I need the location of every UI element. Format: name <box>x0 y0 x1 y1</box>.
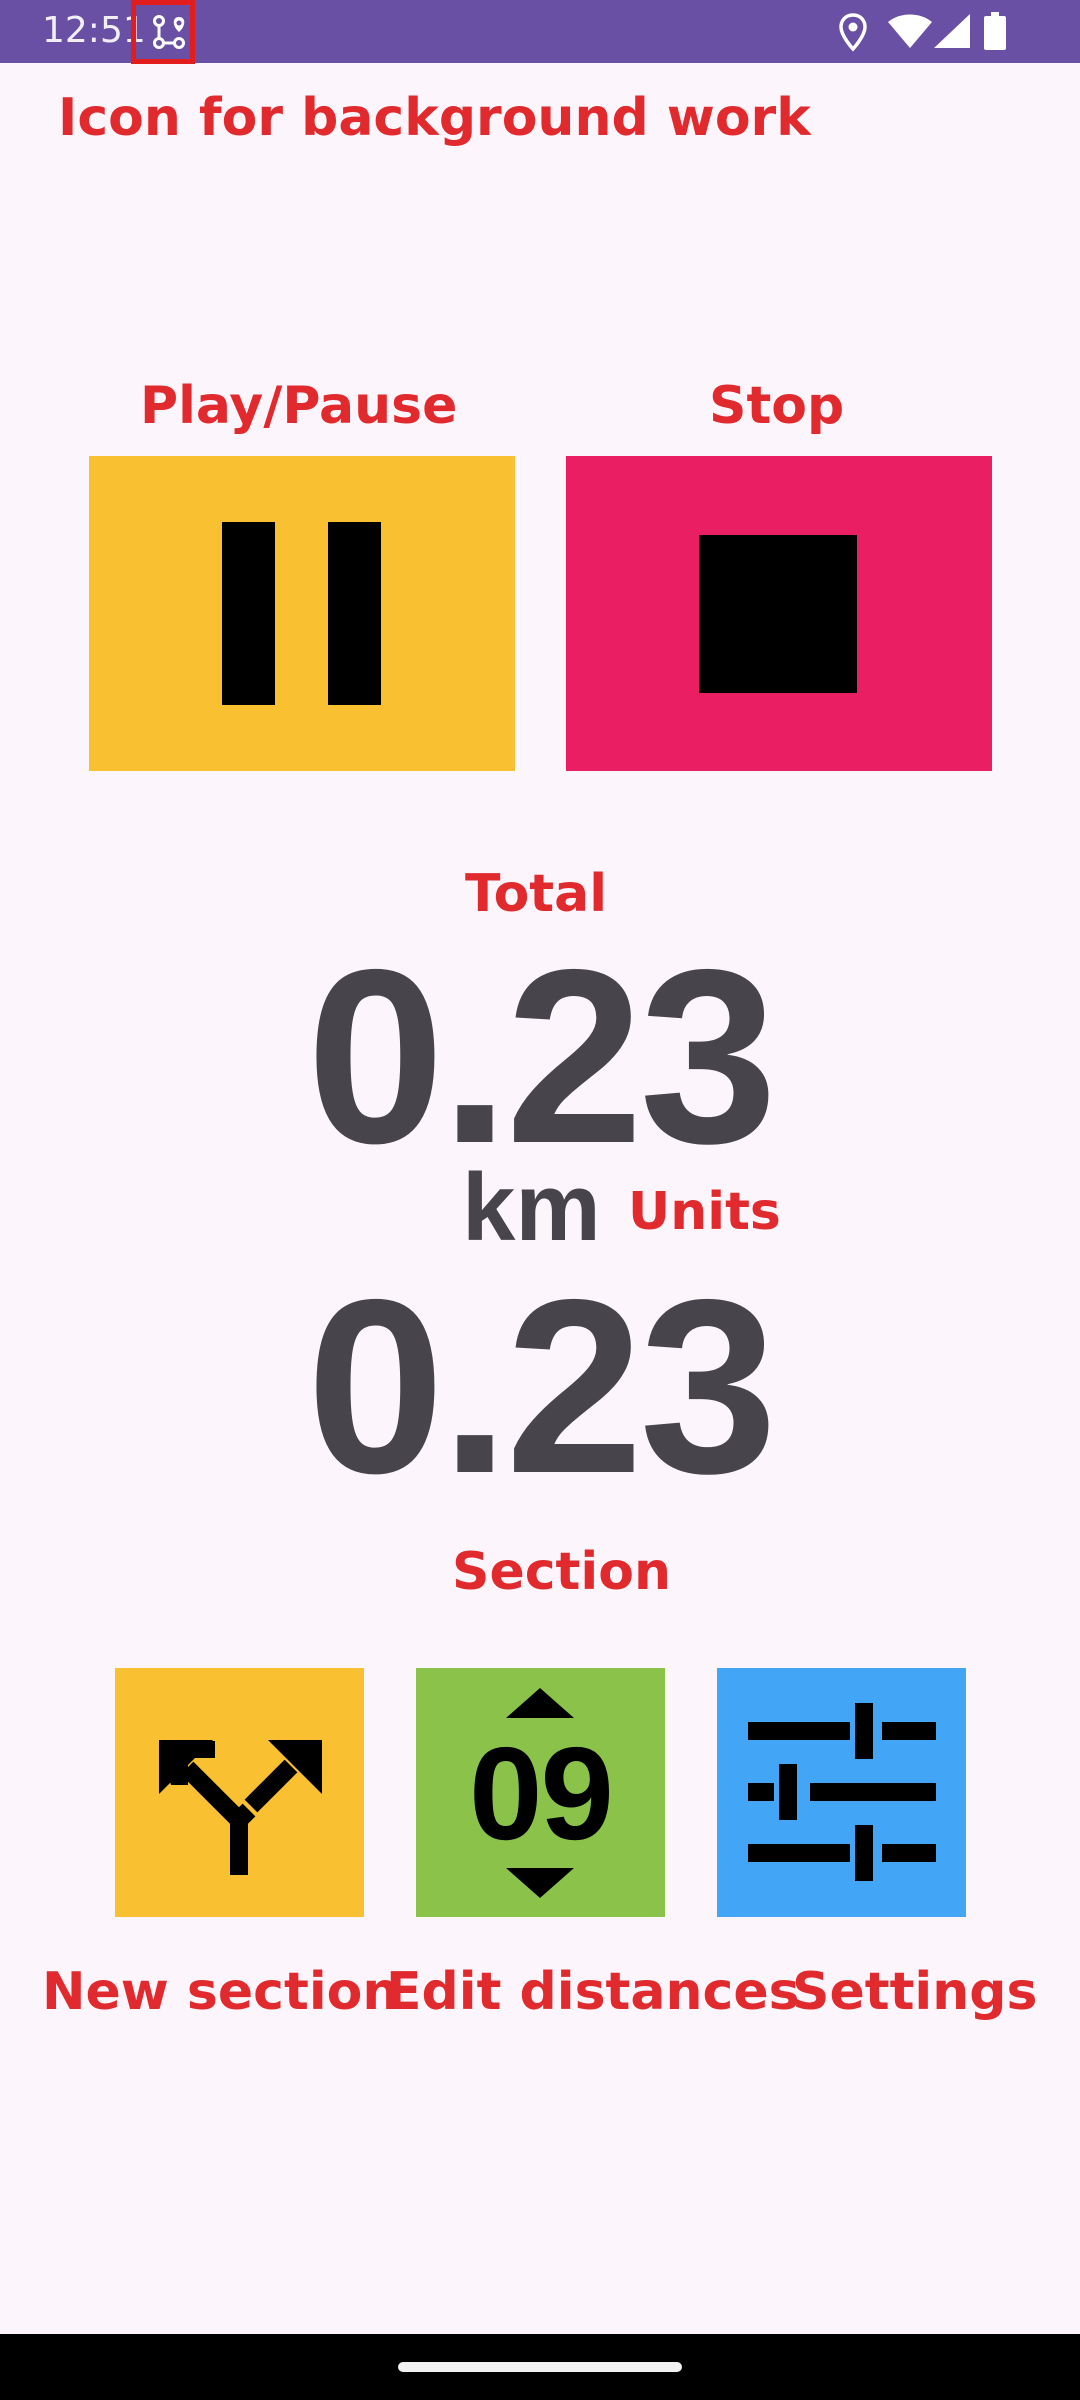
home-gesture-handle[interactable] <box>398 2362 682 2372</box>
annotation-new-section: New section <box>42 1962 400 2022</box>
wifi-icon <box>888 14 932 48</box>
annotation-settings: Settings <box>792 1962 1038 2022</box>
new-section-button[interactable] <box>115 1668 364 1917</box>
location-icon <box>839 13 867 52</box>
annotation-background-work: Icon for background work <box>58 88 811 148</box>
annotation-edit-distances: Edit distances <box>386 1962 800 2022</box>
status-bar: 12:51 <box>0 0 1080 64</box>
units-label[interactable]: km <box>462 1160 601 1256</box>
stop-button[interactable] <box>566 456 992 771</box>
pause-icon <box>222 522 381 705</box>
section-distance: 0.23 <box>306 1247 778 1525</box>
settings-button[interactable] <box>717 1668 966 1917</box>
annotation-stop: Stop <box>709 376 845 436</box>
background-work-highlight <box>131 0 195 64</box>
total-distance: 0.23 <box>306 917 778 1195</box>
annotation-section: Section <box>452 1542 671 1602</box>
fork-arrow-icon <box>159 1740 322 1875</box>
stop-icon <box>699 535 857 693</box>
annotation-units: Units <box>628 1182 781 1242</box>
stepper-digits: 09 <box>469 1720 614 1867</box>
play-pause-button[interactable] <box>89 456 515 771</box>
battery-icon <box>984 12 1006 50</box>
edit-distances-button[interactable]: 09 <box>416 1668 665 1917</box>
annotation-total: Total <box>465 864 608 924</box>
signal-icon <box>934 14 970 48</box>
annotation-play-pause: Play/Pause <box>140 376 458 436</box>
sliders-icon <box>748 1703 936 1881</box>
